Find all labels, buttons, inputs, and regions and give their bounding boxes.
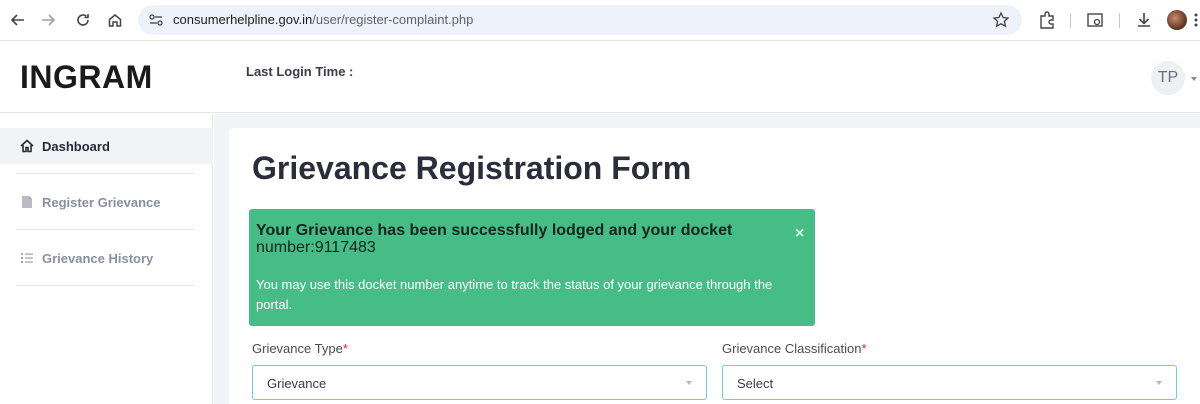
grievance-type-select[interactable]: Grievance bbox=[252, 365, 707, 400]
grievance-type-label: Grievance Type* bbox=[252, 341, 348, 356]
alert-headline: Your Grievance has been successfully lod… bbox=[256, 222, 756, 256]
document-icon bbox=[22, 196, 32, 208]
url-domain: consumerhelpline.gov.in bbox=[173, 12, 313, 27]
bookmark-star-icon[interactable] bbox=[992, 11, 1010, 29]
browser-toolbar: consumerhelpline.gov.in/user/register-co… bbox=[0, 0, 1200, 41]
grievance-classification-label: Grievance Classification* bbox=[722, 341, 867, 356]
chevron-down-icon[interactable] bbox=[1191, 77, 1197, 81]
app-header: INGRAM Last Login Time : TP bbox=[0, 41, 1200, 113]
arrow-right-icon bbox=[42, 14, 56, 26]
toolbar-separator bbox=[1119, 13, 1120, 28]
home-button[interactable] bbox=[104, 9, 126, 31]
browser-profile-avatar[interactable] bbox=[1167, 10, 1187, 30]
select-value: Select bbox=[737, 376, 774, 391]
arrow-left-icon bbox=[10, 14, 24, 26]
required-mark: * bbox=[342, 341, 348, 356]
forward-button[interactable] bbox=[37, 9, 59, 31]
list-icon bbox=[21, 253, 33, 263]
more-menu-icon[interactable] bbox=[1192, 10, 1200, 30]
reload-button[interactable] bbox=[72, 9, 94, 31]
close-icon[interactable]: × bbox=[795, 225, 804, 243]
url-path: /user/register-complaint.php bbox=[312, 12, 474, 27]
download-icon[interactable] bbox=[1134, 10, 1154, 30]
address-bar[interactable]: consumerhelpline.gov.in/user/register-co… bbox=[138, 5, 1022, 35]
chevron-down-icon bbox=[686, 381, 692, 385]
alert-message: You may use this docket number anytime t… bbox=[256, 277, 773, 312]
sidebar: Dashboard Register Grievance Grievance H… bbox=[0, 114, 213, 404]
sidebar-divider bbox=[16, 173, 194, 174]
sidebar-item-label: Dashboard bbox=[42, 138, 110, 154]
home-icon bbox=[20, 139, 34, 153]
success-alert: Your Grievance has been successfully lod… bbox=[249, 209, 815, 326]
chevron-down-icon bbox=[1156, 381, 1162, 385]
docket-number: number:9117483 bbox=[256, 239, 376, 256]
tab-search-icon[interactable] bbox=[1085, 10, 1105, 30]
app-logo[interactable]: INGRAM bbox=[20, 59, 153, 96]
sidebar-item-grievance-history[interactable]: Grievance History bbox=[0, 240, 213, 276]
sidebar-item-label: Register Grievance bbox=[42, 194, 161, 210]
page-title: Grievance Registration Form bbox=[252, 150, 692, 186]
sidebar-divider bbox=[16, 285, 194, 286]
site-settings-icon[interactable] bbox=[148, 12, 164, 28]
field-label-text: Grievance Type bbox=[252, 341, 343, 356]
extensions-icon[interactable] bbox=[1037, 10, 1057, 30]
grievance-classification-select[interactable]: Select bbox=[722, 365, 1177, 400]
required-mark: * bbox=[861, 341, 867, 356]
field-label-text: Grievance Classification bbox=[722, 341, 862, 356]
user-avatar[interactable]: TP bbox=[1151, 61, 1185, 95]
alert-headline-text: Your Grievance has been successfully lod… bbox=[256, 222, 733, 239]
toolbar-separator bbox=[1070, 13, 1071, 28]
url-text: consumerhelpline.gov.in/user/register-co… bbox=[173, 12, 473, 27]
sidebar-item-register-grievance[interactable]: Register Grievance bbox=[0, 184, 213, 220]
home-outline-icon bbox=[108, 14, 122, 27]
sidebar-item-dashboard[interactable]: Dashboard bbox=[0, 128, 213, 164]
back-button[interactable] bbox=[7, 9, 29, 31]
select-value: Grievance bbox=[267, 376, 327, 391]
reload-icon bbox=[77, 14, 89, 26]
last-login-label: Last Login Time : bbox=[246, 64, 354, 79]
sidebar-item-label: Grievance History bbox=[42, 250, 154, 266]
sidebar-divider bbox=[16, 229, 194, 230]
